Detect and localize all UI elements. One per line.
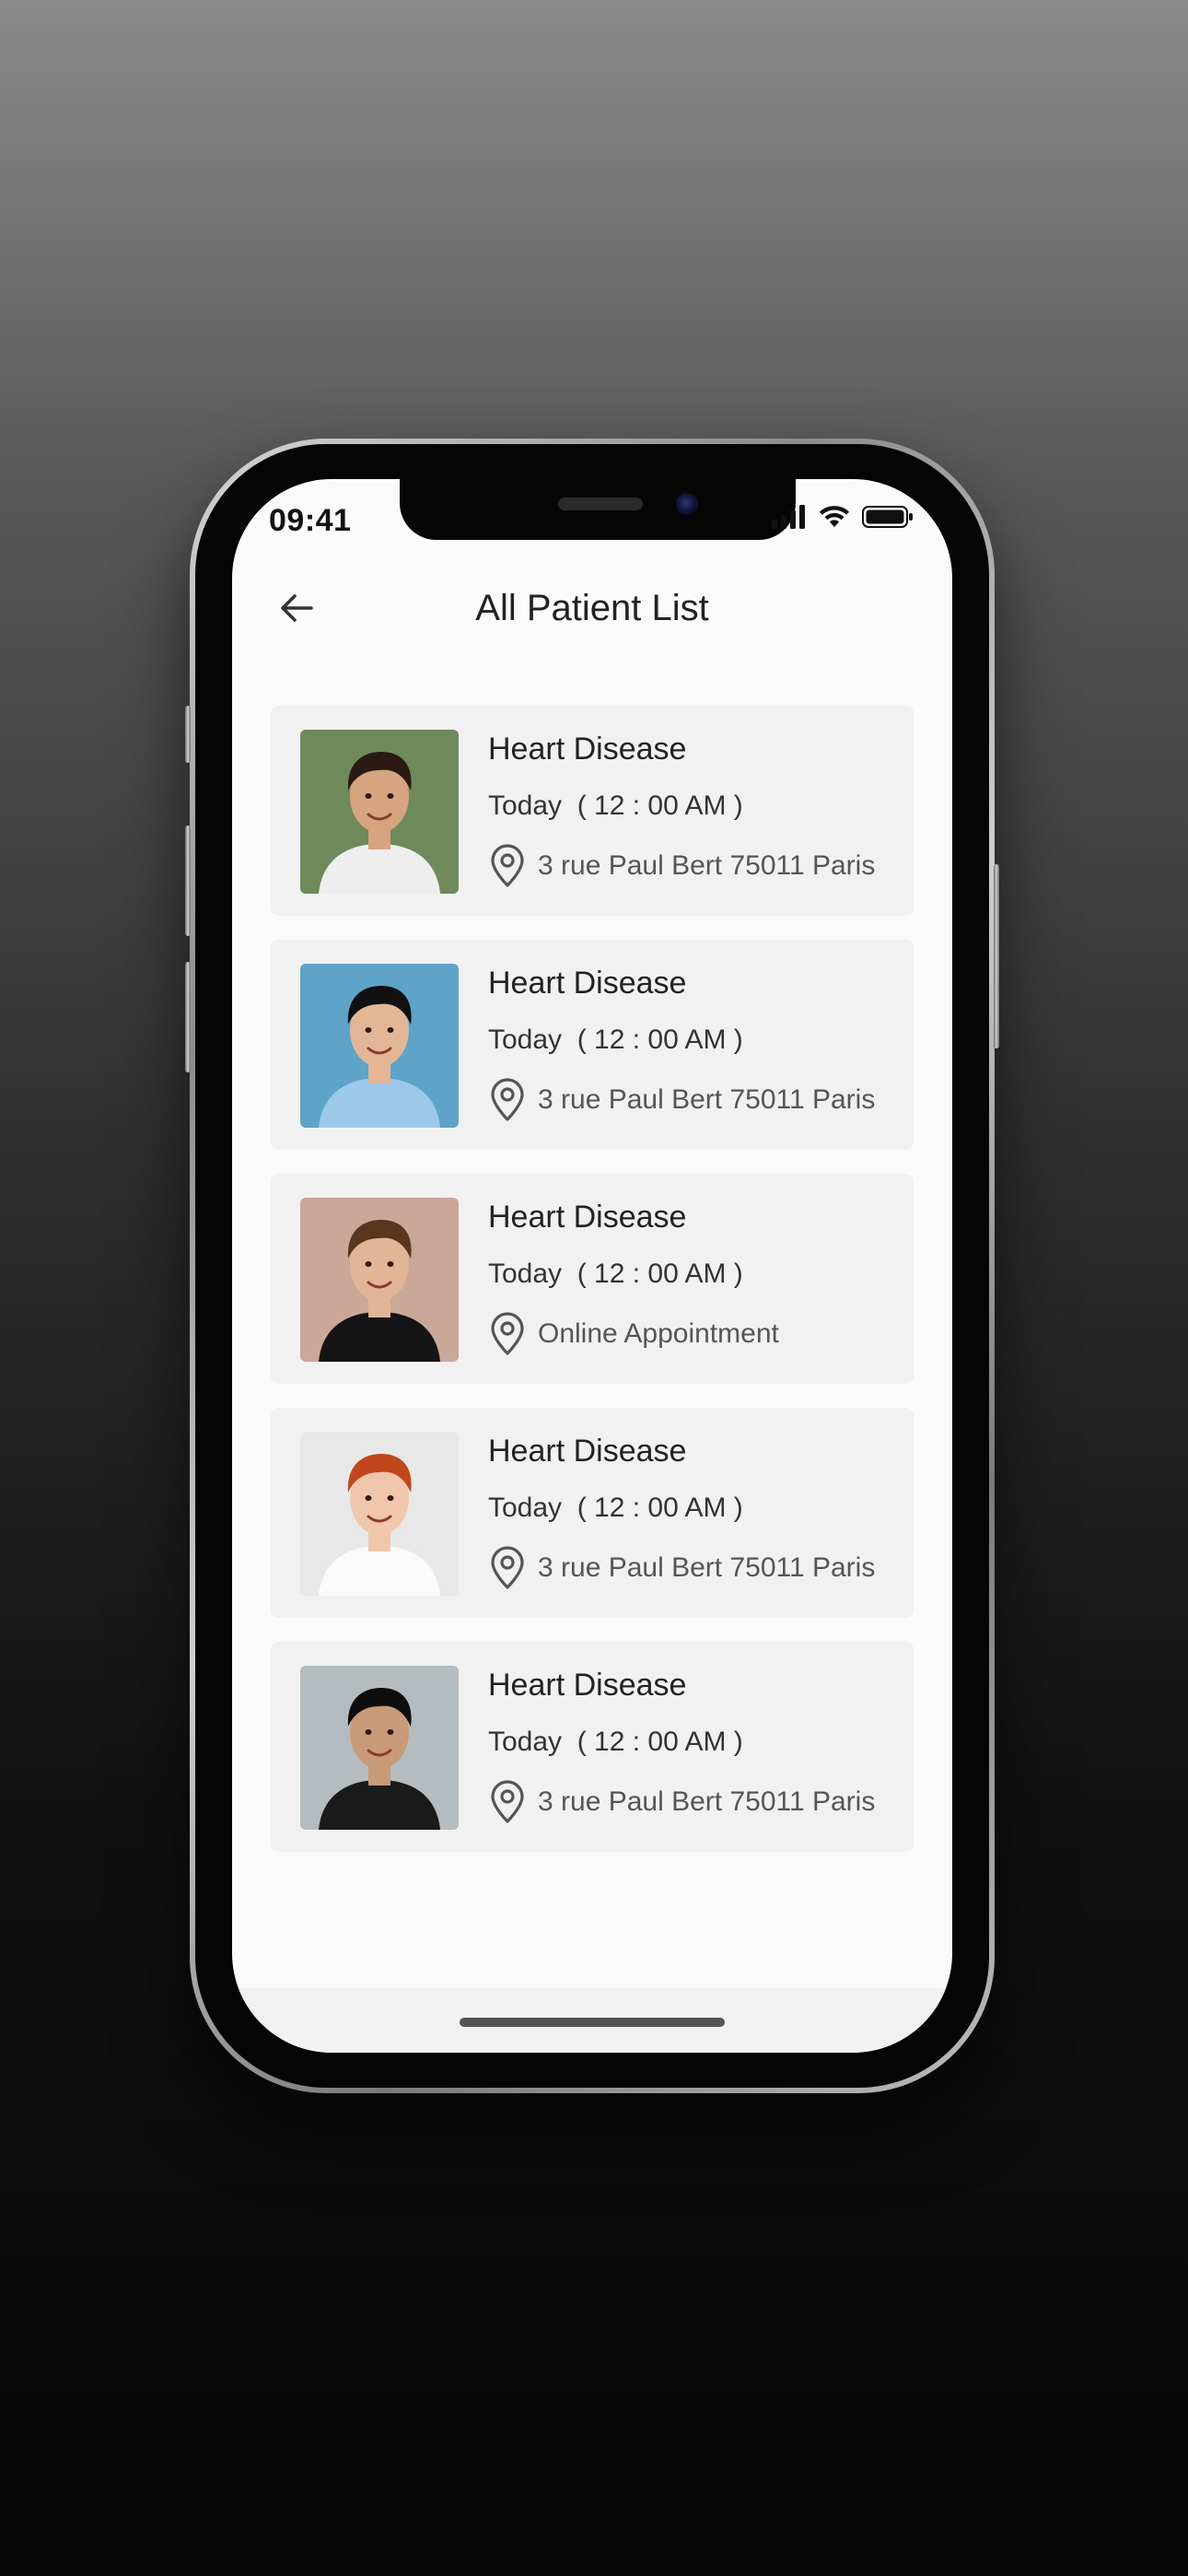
- appointment-time: Today ( 12 : 00 AM ): [488, 790, 743, 821]
- patient-condition: Heart Disease: [488, 1200, 687, 1235]
- portrait-photo: [300, 1198, 459, 1362]
- portrait-photo: [300, 1666, 459, 1830]
- appointment-location: 3 rue Paul Bert 75011 Paris: [488, 1546, 875, 1590]
- appointment-location: 3 rue Paul Bert 75011 Paris: [488, 1780, 875, 1824]
- power-button: [994, 864, 999, 1048]
- patient-avatar: [300, 1198, 459, 1362]
- status-icons: [772, 505, 914, 529]
- location-text: 3 rue Paul Bert 75011 Paris: [538, 1552, 876, 1583]
- location-pin-icon: [491, 844, 524, 887]
- appointment-time: Today ( 12 : 00 AM ): [488, 1025, 743, 1055]
- location-text: Online Appointment: [538, 1318, 779, 1349]
- appointment-location: 3 rue Paul Bert 75011 Paris: [488, 1078, 875, 1122]
- patient-condition: Heart Disease: [488, 1434, 687, 1469]
- battery-icon: [862, 506, 913, 528]
- appointment-location: 3 rue Paul Bert 75011 Paris: [488, 844, 875, 888]
- volume-up-button: [185, 825, 191, 936]
- appointment-location: Online Appointment: [488, 1312, 779, 1356]
- patient-avatar: [300, 1666, 459, 1830]
- location-text: 3 rue Paul Bert 75011 Paris: [538, 1084, 876, 1115]
- patient-avatar: [300, 964, 459, 1128]
- volume-down-button: [185, 962, 191, 1072]
- phone-bezel: 09:41 All Patient List Heart Disease Tod…: [195, 444, 989, 2088]
- patient-condition: Heart Disease: [488, 1668, 687, 1703]
- app-screen: 09:41 All Patient List Heart Disease Tod…: [232, 479, 952, 2053]
- appointment-time: Today ( 12 : 00 AM ): [488, 1727, 743, 1757]
- status-time: 09:41: [269, 503, 352, 538]
- portrait-photo: [300, 1432, 459, 1596]
- portrait-photo: [300, 730, 459, 894]
- location-pin-icon: [491, 1312, 524, 1355]
- patient-card[interactable]: Heart Disease Today ( 12 : 00 AM ) 3 rue…: [271, 940, 914, 1150]
- page-title: All Patient List: [475, 588, 709, 628]
- patient-card[interactable]: Heart Disease Today ( 12 : 00 AM ) Onlin…: [271, 1174, 914, 1384]
- notch: [400, 479, 796, 540]
- front-camera: [676, 493, 698, 515]
- location-text: 3 rue Paul Bert 75011 Paris: [538, 1786, 876, 1817]
- location-text: 3 rue Paul Bert 75011 Paris: [538, 850, 876, 881]
- appointment-time: Today ( 12 : 00 AM ): [488, 1493, 743, 1523]
- mute-switch: [185, 706, 191, 763]
- signal-icon: [772, 505, 805, 529]
- patient-card[interactable]: Heart Disease Today ( 12 : 00 AM ) 3 rue…: [271, 1408, 914, 1618]
- location-pin-icon: [491, 1078, 524, 1121]
- patient-avatar: [300, 1432, 459, 1596]
- speaker-grill: [558, 498, 643, 510]
- patient-avatar: [300, 730, 459, 894]
- patient-condition: Heart Disease: [488, 966, 687, 1001]
- patient-card[interactable]: Heart Disease Today ( 12 : 00 AM ) 3 rue…: [271, 706, 914, 916]
- patient-condition: Heart Disease: [488, 732, 687, 767]
- home-bar-area: [232, 1988, 952, 2053]
- home-indicator[interactable]: [460, 2018, 725, 2027]
- wifi-icon: [820, 506, 849, 527]
- portrait-photo: [300, 964, 459, 1128]
- location-pin-icon: [491, 1546, 524, 1589]
- location-pin-icon: [491, 1780, 524, 1823]
- phone-frame: 09:41 All Patient List Heart Disease Tod…: [185, 439, 999, 2093]
- navigation-bar: All Patient List: [232, 571, 952, 645]
- patient-card[interactable]: Heart Disease Today ( 12 : 00 AM ) 3 rue…: [271, 1642, 914, 1852]
- appointment-time: Today ( 12 : 00 AM ): [488, 1259, 743, 1289]
- patient-list: Heart Disease Today ( 12 : 00 AM ) 3 rue…: [271, 706, 914, 1852]
